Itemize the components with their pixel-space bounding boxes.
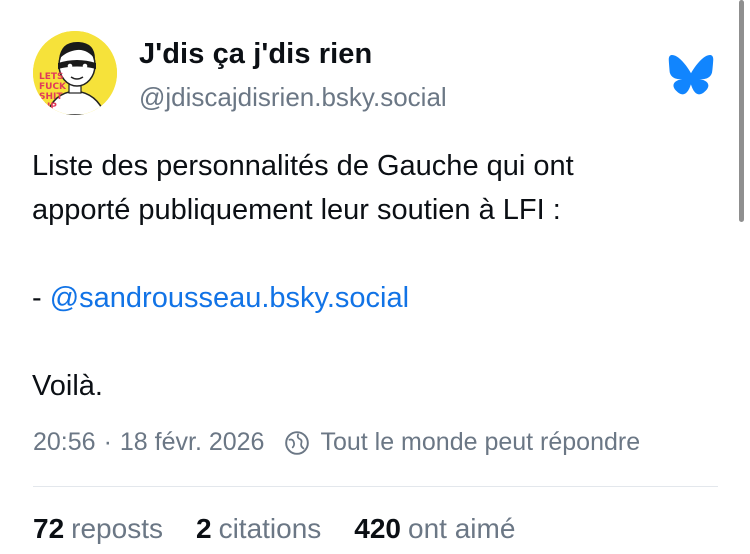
mention-link[interactable]: @sandrousseau.bsky.social bbox=[50, 282, 409, 314]
reposts-label: reposts bbox=[71, 513, 163, 544]
scrollbar[interactable] bbox=[739, 0, 744, 222]
post-text: Liste des personnalités de Gauche qui on… bbox=[32, 144, 722, 408]
svg-text:UP: UP bbox=[43, 102, 57, 112]
post-text-line: Voilà. bbox=[32, 370, 103, 402]
svg-text:FUCK: FUCK bbox=[39, 82, 67, 92]
svg-text:LETS: LETS bbox=[39, 72, 64, 82]
reposts-stat[interactable]: 72 reposts bbox=[33, 513, 163, 545]
reposts-count: 72 bbox=[33, 513, 65, 544]
likes-stat[interactable]: 420 ont aimé bbox=[354, 513, 515, 545]
author-handle[interactable]: @jdiscajdisrien.bsky.social bbox=[139, 82, 447, 113]
svg-text:SHIT: SHIT bbox=[39, 92, 63, 102]
post-date[interactable]: 18 févr. 2026 bbox=[120, 428, 265, 457]
post-text-line: apporté publiquement leur soutien à LFI … bbox=[32, 194, 561, 226]
likes-count: 420 bbox=[354, 513, 401, 544]
butterfly-icon[interactable] bbox=[668, 54, 714, 95]
mention-prefix: - bbox=[32, 282, 50, 314]
author-display-name[interactable]: J'dis ça j'dis rien bbox=[139, 38, 372, 71]
quotes-stat[interactable]: 2 citations bbox=[196, 513, 321, 545]
engagement-stats: 72 reposts 2 citations 420 ont aimé bbox=[33, 513, 548, 545]
meta-separator: · bbox=[103, 428, 112, 456]
post-meta: 20:56 · 18 févr. 2026 Tout le monde peut… bbox=[33, 428, 640, 457]
quotes-label: citations bbox=[218, 513, 322, 544]
quotes-count: 2 bbox=[195, 513, 212, 544]
post-text-line: Liste des personnalités de Gauche qui on… bbox=[32, 150, 574, 182]
reply-setting[interactable]: Tout le monde peut répondre bbox=[284, 428, 640, 457]
reply-setting-label: Tout le monde peut répondre bbox=[320, 428, 641, 456]
post-time[interactable]: 20:56 bbox=[33, 428, 96, 457]
likes-label: ont aimé bbox=[408, 513, 516, 544]
avatar-illustration: LETS FUCK SHIT UP bbox=[33, 31, 117, 115]
globe-icon bbox=[285, 430, 310, 455]
divider bbox=[33, 486, 718, 487]
mention-line: - @sandrousseau.bsky.social bbox=[32, 276, 722, 320]
avatar[interactable]: LETS FUCK SHIT UP bbox=[33, 31, 117, 115]
post-card: LETS FUCK SHIT UP J'dis ça j'dis rien @j… bbox=[0, 0, 750, 554]
